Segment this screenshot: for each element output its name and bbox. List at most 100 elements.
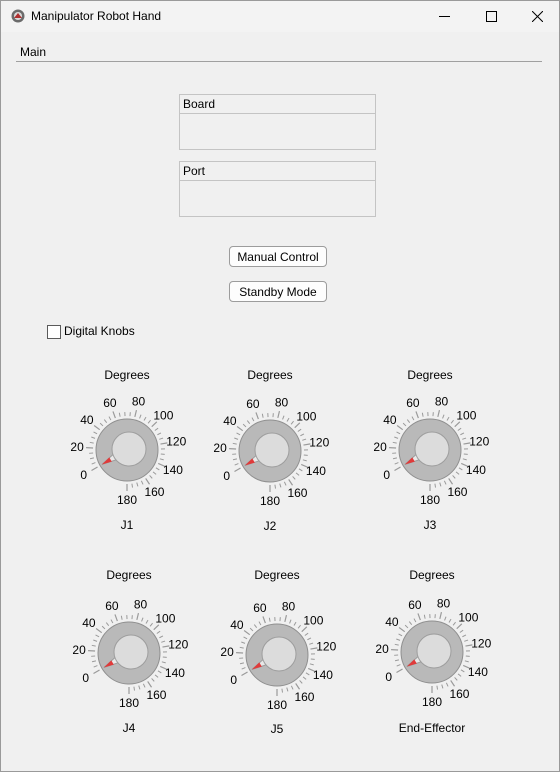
knob-tick bbox=[448, 478, 454, 485]
knob-tick bbox=[404, 624, 409, 629]
knob-tick bbox=[114, 614, 118, 622]
knob-tick bbox=[288, 479, 294, 486]
knob-scale-label: 100 bbox=[296, 410, 316, 424]
knob-tick bbox=[283, 481, 287, 486]
knob-tick bbox=[91, 644, 96, 647]
knob-tick bbox=[108, 416, 112, 421]
manual-control-button[interactable]: Manual Control bbox=[229, 246, 327, 267]
knob-cap bbox=[416, 633, 452, 669]
knob-scale-label: 160 bbox=[287, 486, 307, 500]
digital-knobs-checkbox-box[interactable] bbox=[47, 325, 61, 339]
knob-scale-label: 80 bbox=[437, 596, 451, 610]
knob-scale-label: 60 bbox=[246, 397, 260, 411]
robot-app-icon bbox=[11, 9, 25, 23]
standby-mode-button[interactable]: Standby Mode bbox=[229, 281, 327, 302]
menu-bar: Main bbox=[16, 37, 542, 62]
knob-scale-label: 40 bbox=[230, 618, 244, 632]
knob-j2[interactable]: 0 20 40 60 80 100 120 140 160 180 bbox=[205, 393, 335, 508]
knob-tick bbox=[149, 475, 153, 479]
knob-tick bbox=[105, 622, 110, 627]
knob-tick bbox=[242, 423, 247, 428]
knob-tick bbox=[149, 622, 153, 627]
knob-tick bbox=[459, 629, 464, 633]
knob-tick bbox=[134, 409, 138, 418]
knob-j4-title: Degrees bbox=[106, 568, 152, 582]
knob-scale-label: 180 bbox=[422, 695, 442, 709]
knob-tick bbox=[239, 662, 245, 665]
knob-tick bbox=[443, 480, 447, 485]
knob-scale-label: 140 bbox=[306, 464, 326, 478]
knob-tick bbox=[455, 471, 460, 475]
knob-scale-label: 180 bbox=[260, 494, 280, 508]
knob-tick bbox=[286, 687, 289, 692]
close-button[interactable] bbox=[514, 1, 560, 32]
knob-tick bbox=[297, 624, 301, 629]
knob-j1[interactable]: 0 20 40 60 80 100 120 140 160 180 bbox=[62, 392, 192, 507]
knob-tick bbox=[411, 416, 415, 421]
knob-tick bbox=[268, 617, 271, 622]
knob-tick bbox=[246, 420, 251, 425]
knob-tick bbox=[232, 442, 237, 445]
knob-j1-title: Degrees bbox=[104, 368, 150, 382]
knob-tick bbox=[101, 625, 106, 630]
knob-tick bbox=[394, 659, 400, 662]
knob-tick bbox=[392, 457, 398, 460]
knob-tick bbox=[398, 627, 406, 633]
knob-tick bbox=[305, 672, 310, 676]
knob-tick bbox=[103, 419, 108, 424]
knob-j4-label: J4 bbox=[122, 721, 136, 735]
board-field[interactable]: Board bbox=[179, 94, 376, 150]
knob-tick bbox=[251, 417, 255, 422]
knob-scale-label: 120 bbox=[316, 639, 336, 653]
knob-scale-label: 140 bbox=[165, 666, 185, 680]
knob-tick bbox=[452, 475, 456, 479]
knob-tick bbox=[450, 419, 454, 424]
knob-scale-label: 80 bbox=[275, 395, 289, 409]
knob-scale-label: 60 bbox=[103, 396, 117, 410]
knob-tick bbox=[136, 612, 140, 621]
digital-knobs-label: Digital Knobs bbox=[64, 324, 135, 338]
knob-scale-label: 20 bbox=[72, 643, 86, 657]
knob-j4[interactable]: 0 20 40 60 80 100 120 140 160 180 bbox=[64, 595, 194, 710]
knob-tick bbox=[145, 478, 151, 485]
knob-scale-label: 120 bbox=[166, 434, 186, 448]
title-bar[interactable]: Manipulator Robot Hand bbox=[1, 1, 559, 32]
knob-tick bbox=[93, 425, 101, 431]
maximize-button[interactable] bbox=[468, 1, 514, 32]
knob-tick bbox=[243, 630, 251, 636]
knob-tick bbox=[253, 624, 258, 629]
knob-scale-label: 160 bbox=[449, 687, 469, 701]
knob-tick bbox=[421, 412, 424, 417]
knob-scale-label: 0 bbox=[385, 670, 392, 684]
knob-j3[interactable]: 0 20 40 60 80 100 120 140 160 180 bbox=[365, 392, 495, 507]
knob-tick bbox=[118, 412, 121, 417]
knob-tick bbox=[274, 484, 277, 489]
knob-end_effector[interactable]: 0 20 40 60 80 100 120 140 160 180 bbox=[367, 594, 497, 709]
knob-tick bbox=[300, 433, 305, 437]
knob-tick bbox=[91, 660, 97, 663]
knob-scale-label: 80 bbox=[435, 394, 449, 408]
knob-j5[interactable]: 0 20 40 60 80 100 120 140 160 180 bbox=[212, 597, 342, 712]
knob-tick bbox=[444, 616, 447, 621]
app-window: Manipulator Robot Hand Main Board Port M… bbox=[0, 0, 560, 772]
minimize-button[interactable] bbox=[421, 1, 467, 32]
knob-tick bbox=[437, 409, 441, 418]
knob-tick bbox=[396, 425, 404, 431]
knob-tick bbox=[152, 471, 157, 475]
knob-scale-label: 80 bbox=[134, 597, 148, 611]
knob-tick bbox=[460, 432, 465, 436]
knob-scale-label: 20 bbox=[375, 642, 389, 656]
menu-item-main[interactable]: Main bbox=[20, 45, 46, 59]
knob-tick bbox=[464, 639, 469, 642]
knob-tick bbox=[277, 410, 281, 419]
knob-cap bbox=[261, 636, 297, 672]
knob-tick bbox=[91, 466, 98, 472]
knob-tick bbox=[91, 462, 96, 465]
knob-tick bbox=[147, 681, 153, 688]
knob-scale-label: 100 bbox=[303, 614, 323, 628]
knob-end_effector-title: Degrees bbox=[409, 568, 455, 582]
knob-scale-label: 20 bbox=[70, 440, 84, 454]
board-label-row: Board bbox=[180, 95, 375, 114]
knob-tick bbox=[394, 466, 401, 472]
port-field[interactable]: Port bbox=[179, 161, 376, 217]
